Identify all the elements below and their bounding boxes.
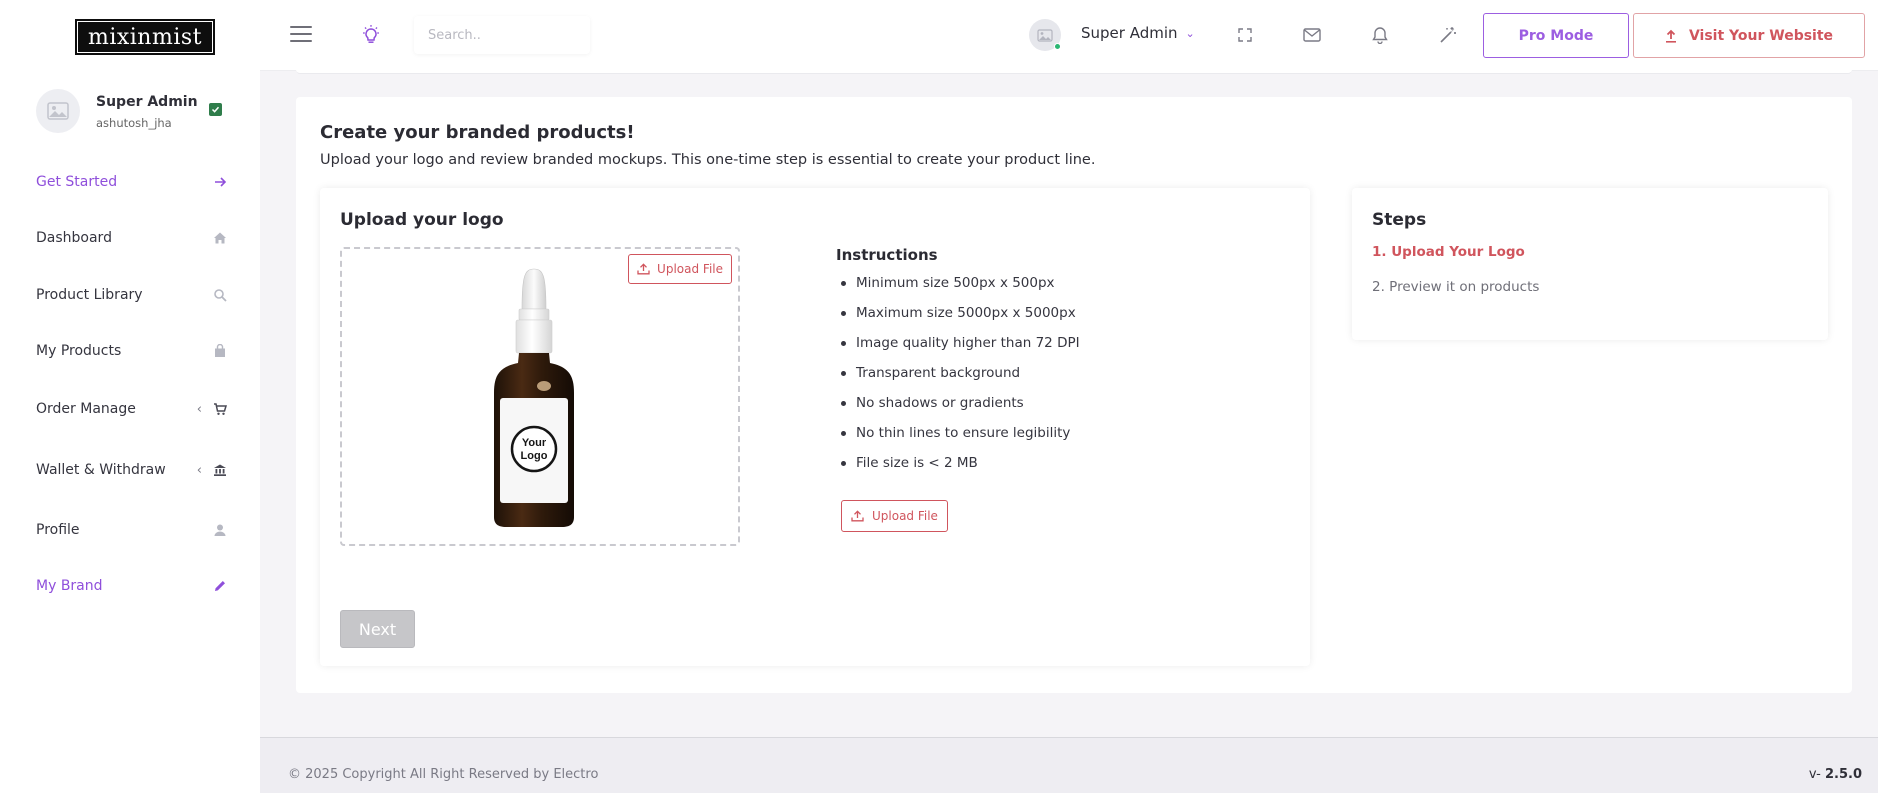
bottle-mockup-image: Your Logo [494,268,574,527]
sidebar-item-profile[interactable]: Profile [36,515,228,545]
logo-dropzone[interactable]: Upload File Your Logo [340,247,740,546]
fullscreen-icon[interactable] [1235,25,1255,45]
version-label: v- 2.5.0 [1809,767,1862,782]
instruction-item: Maximum size 5000px x 5000px [836,305,1080,335]
instruction-item: No shadows or gradients [836,395,1080,425]
branding-card: Create your branded products! Upload you… [296,97,1852,693]
instructions-title: Instructions [836,246,938,264]
sidebar-item-wallet-withdraw[interactable]: Wallet & Withdraw ‹ [36,455,228,485]
instruction-item: Image quality higher than 72 DPI [836,335,1080,365]
profile-name: Super Admin [96,94,198,110]
pencil-icon [212,578,228,594]
magic-wand-icon[interactable] [1438,25,1458,45]
arrow-right-icon [212,174,228,190]
bank-icon [212,462,228,478]
user-menu[interactable]: Super Admin ⌄ [1081,24,1195,42]
instruction-item: No thin lines to ensure legibility [836,425,1080,455]
upload-icon [637,263,650,275]
upload-logo-title: Upload your logo [340,210,504,230]
header-avatar[interactable] [1029,19,1061,51]
visit-website-button[interactable]: Visit Your Website [1633,13,1865,58]
chevron-left-icon: ‹ [196,401,202,417]
sidebar-item-label: My Brand [36,578,103,594]
image-placeholder-icon [47,102,69,120]
search-icon [212,287,228,303]
instruction-item: Transparent background [836,365,1080,395]
sidebar-profile: Super Admin ashutosh_jha [36,89,236,135]
instruction-item: Minimum size 500px x 500px [836,275,1080,305]
sidebar-item-order-manage[interactable]: Order Manage ‹ [36,394,228,424]
profile-username: ashutosh_jha [96,116,172,130]
upload-file-label: Upload File [657,262,723,276]
brand-logo-text: mixinmist [87,24,203,50]
image-placeholder-icon [1037,28,1053,42]
brand-logo[interactable]: mixinmist [75,19,215,55]
step-upload-logo[interactable]: 1. Upload Your Logo [1372,244,1525,260]
footer: © 2025 Copyright All Right Reserved by E… [260,738,1878,793]
upload-logo-card: Upload your logo Upload File Your Logo I… [320,188,1310,666]
copyright-text: © 2025 Copyright All Right Reserved by E… [288,767,599,782]
bell-icon[interactable] [1370,25,1390,45]
sidebar-item-my-products[interactable]: My Products [36,336,228,366]
sidebar-item-product-library[interactable]: Product Library [36,280,228,310]
search-input[interactable] [414,16,590,54]
sidebar-item-label: Wallet & Withdraw [36,462,166,478]
next-button[interactable]: Next [340,610,415,648]
steps-title: Steps [1372,210,1427,230]
top-strip [296,60,1852,74]
version-number: 2.5.0 [1824,767,1862,782]
sidebar: mixinmist Super Admin ashutosh_jha Get S… [0,0,260,793]
sidebar-item-label: Profile [36,522,80,538]
sidebar-item-label: Dashboard [36,230,112,246]
home-icon [212,230,228,246]
upload-file-button[interactable]: Upload File [628,254,732,284]
sidebar-item-my-brand[interactable]: My Brand [36,571,228,601]
sidebar-item-label: Get Started [36,174,118,190]
steps-card: Steps 1. Upload Your Logo 2. Preview it … [1352,188,1828,340]
instructions-list: Minimum size 500px x 500px Maximum size … [836,275,1080,485]
page-title: Create your branded products! [320,122,635,143]
cart-icon [212,401,228,417]
verified-icon [209,103,222,116]
upload-file-label: Upload File [872,509,938,523]
bag-icon [212,343,228,359]
page-subtitle: Upload your logo and review branded mock… [320,152,1096,168]
step-preview-products[interactable]: 2. Preview it on products [1372,279,1539,295]
sidebar-item-label: Product Library [36,287,143,303]
sidebar-item-get-started[interactable]: Get Started [36,167,228,197]
version-prefix: v- [1808,767,1825,782]
mail-icon[interactable] [1302,25,1322,45]
sidebar-item-dashboard[interactable]: Dashboard [36,223,228,253]
instruction-item: File size is < 2 MB [836,455,1080,485]
visit-website-label: Visit Your Website [1688,27,1834,44]
sidebar-item-label: Order Manage [36,401,136,417]
pro-mode-button[interactable]: Pro Mode [1483,13,1629,58]
sidebar-item-label: My Products [36,343,122,359]
lightbulb-icon[interactable] [360,24,382,46]
avatar[interactable] [36,89,80,133]
online-status-icon [1054,43,1061,50]
bottle-label-line2: Logo [521,450,548,462]
bottle-label-line1: Your [522,437,547,449]
menu-toggle-icon[interactable] [290,26,312,42]
upload-icon [851,510,864,522]
person-icon [212,522,228,538]
upload-file-button-secondary[interactable]: Upload File [841,500,948,532]
chevron-down-icon: ⌄ [1185,26,1195,40]
user-name: Super Admin [1081,24,1178,42]
upload-icon [1665,29,1676,43]
chevron-left-icon: ‹ [196,462,202,478]
